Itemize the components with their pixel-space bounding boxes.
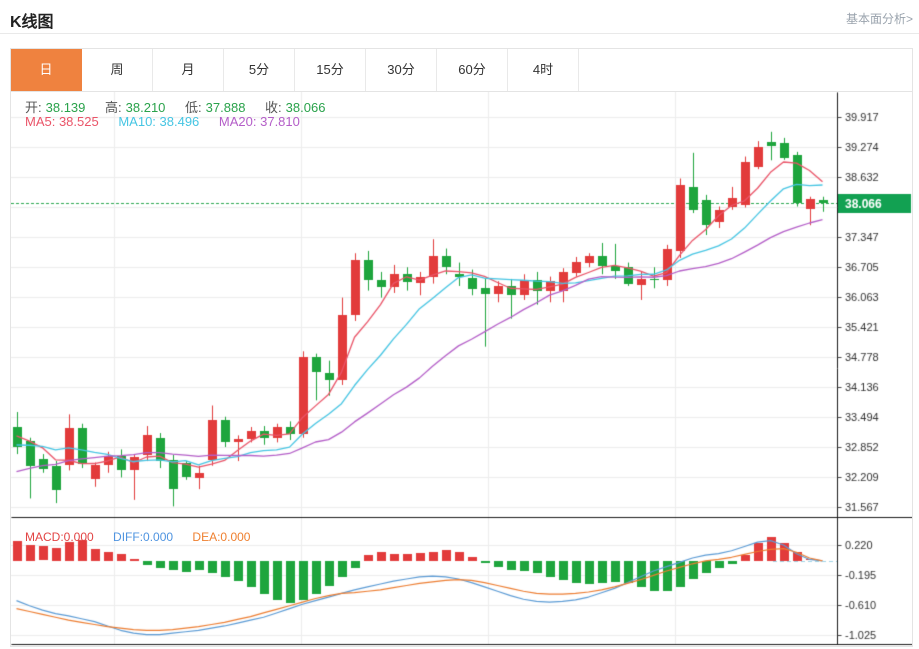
- fundamental-analysis-link[interactable]: 基本面分析>: [846, 10, 913, 27]
- tab-15min[interactable]: 15分: [295, 49, 366, 91]
- tab-month[interactable]: 月: [153, 49, 224, 91]
- tab-60min[interactable]: 60分: [437, 49, 508, 91]
- tab-week[interactable]: 周: [82, 49, 153, 91]
- kline-chart-canvas[interactable]: [11, 92, 912, 646]
- page-title: K线图: [10, 8, 54, 32]
- period-tabs: 日 周 月 5分 15分 30分 60分 4时: [11, 49, 912, 92]
- kline-widget: 日 周 月 5分 15分 30分 60分 4时 开:38.139 高:38.21…: [10, 48, 913, 647]
- page-header: K线图 基本面分析>: [0, 0, 919, 34]
- tab-day[interactable]: 日: [11, 49, 82, 91]
- tab-30min[interactable]: 30分: [366, 49, 437, 91]
- tab-5min[interactable]: 5分: [224, 49, 295, 91]
- tab-4hour[interactable]: 4时: [508, 49, 579, 91]
